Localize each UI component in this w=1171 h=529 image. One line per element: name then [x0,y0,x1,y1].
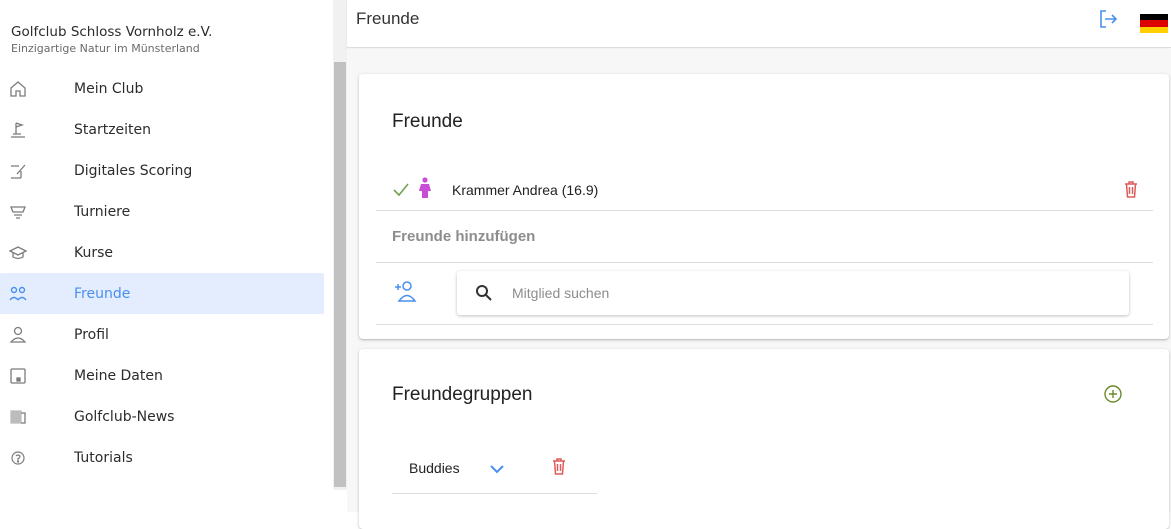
sidebar-item-freunde[interactable]: Freunde [0,273,324,314]
sidebar-item-label: Meine Daten [74,368,163,384]
sidebar-item-label: Digitales Scoring [74,163,193,179]
scoring-pen-icon [9,162,27,180]
female-icon [418,177,432,199]
page-title: Freunde [356,9,420,28]
german-flag-icon[interactable] [1140,14,1168,33]
sidebar-item-label: Tutorials [74,450,133,466]
sidebar-item-startzeiten[interactable]: Startzeiten [0,109,324,150]
home-icon [9,80,27,98]
member-search-box[interactable] [457,271,1129,315]
sidebar: Golfclub Schloss Vornholz e.V. Einzigart… [0,0,333,512]
sidebar-item-golfclub-news[interactable]: Golfclub-News [0,396,324,437]
delete-friend-trash-icon[interactable] [1124,181,1138,198]
sidebar-nav: Mein Club Startzeiten Digitales Scoring … [0,68,324,478]
trophy-icon [9,203,27,221]
friend-name[interactable]: Krammer Andrea (16.9) [452,182,598,198]
sidebar-item-tutorials[interactable]: Tutorials [0,437,324,478]
sidebar-item-meine-daten[interactable]: Meine Daten [0,355,324,396]
add-group-plus-icon[interactable] [1103,384,1123,404]
main-content: Freunde Krammer Andrea (16.9) Freunde hi… [347,49,1171,529]
sidebar-item-label: Golfclub-News [74,409,175,425]
friend-groups-card: Freundegruppen Buddies [359,349,1169,529]
sidebar-item-label: Profil [74,327,109,343]
friend-row: Krammer Andrea (16.9) [376,169,1153,211]
sidebar-item-label: Startzeiten [74,122,152,138]
sidebar-item-digitales-scoring[interactable]: Digitales Scoring [0,150,324,191]
club-subtitle: Einzigartige Natur im Münsterland [11,42,200,55]
club-name: Golfclub Schloss Vornholz e.V. [11,24,213,40]
sidebar-item-label: Mein Club [74,81,144,97]
group-name[interactable]: Buddies [409,460,460,476]
sidebar-item-kurse[interactable]: Kurse [0,232,324,273]
sidebar-item-turniere[interactable]: Turniere [0,191,324,232]
sidebar-item-profil[interactable]: Profil [0,314,324,355]
golf-tee-icon [9,121,27,139]
graduation-cap-icon [9,244,27,262]
news-icon [9,408,27,426]
divider [376,324,1153,325]
top-header: Freunde [347,0,1171,48]
add-user-icon[interactable] [393,279,417,303]
sidebar-scroll-thumb[interactable] [334,62,346,487]
sidebar-item-mein-club[interactable]: Mein Club [0,68,324,109]
data-icon [9,367,27,385]
confirmed-check-icon [393,181,409,202]
friends-title: Freunde [392,111,463,132]
search-icon [475,284,493,302]
member-search-input[interactable] [512,281,1092,305]
logout-icon[interactable] [1097,8,1119,30]
friends-card: Freunde Krammer Andrea (16.9) Freunde hi… [359,74,1169,339]
friend-groups-title: Freundegruppen [392,384,533,405]
sidebar-item-label: Turniere [74,204,131,220]
chevron-down-icon[interactable] [488,460,506,478]
group-row: Buddies [392,449,597,494]
help-circle-icon [9,449,27,467]
person-icon [9,326,27,344]
add-friends-label: Freunde hinzufügen [392,228,536,245]
people-icon [9,285,27,303]
sidebar-item-label: Freunde [74,286,131,302]
divider [376,262,1153,263]
delete-group-trash-icon[interactable] [552,458,566,475]
sidebar-item-label: Kurse [74,245,114,261]
